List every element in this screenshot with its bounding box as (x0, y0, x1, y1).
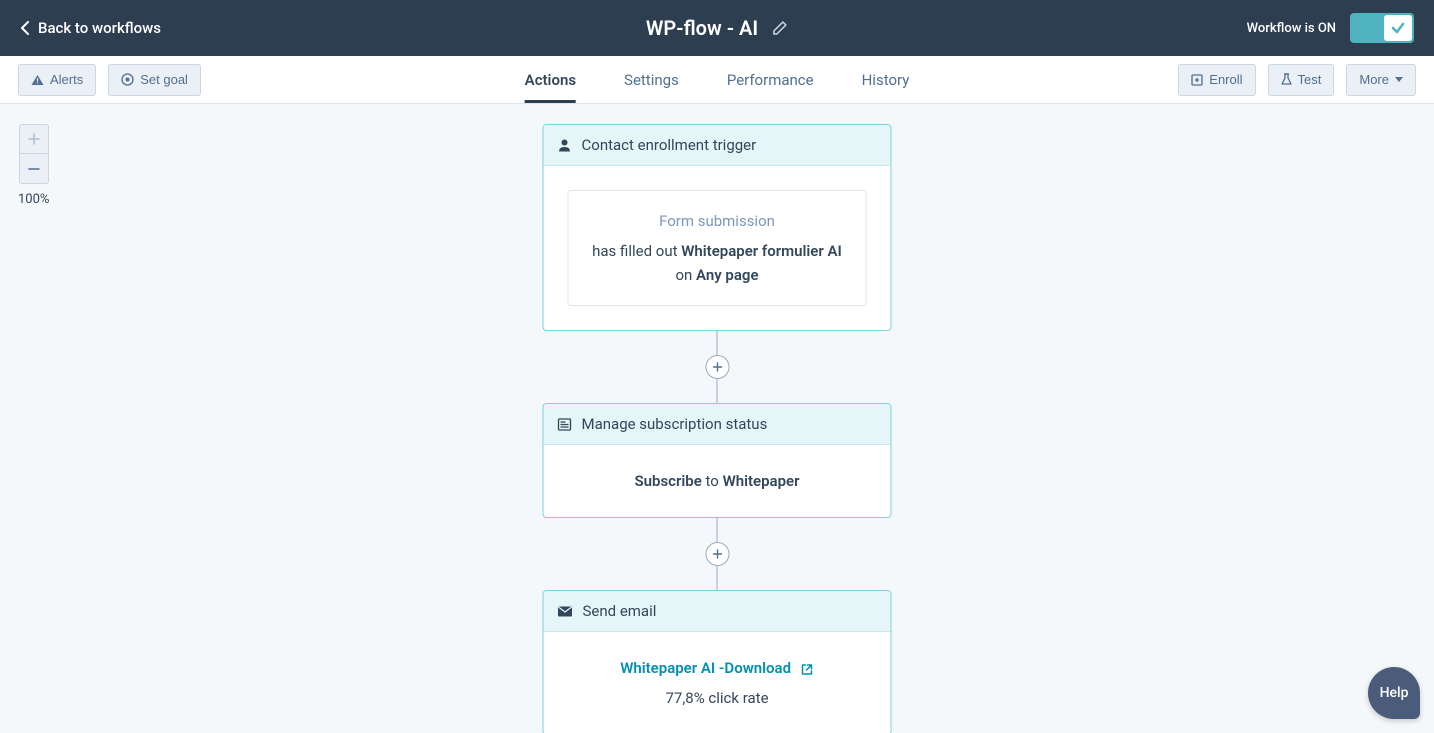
enroll-icon (1191, 74, 1203, 86)
node-title: Send email (583, 602, 657, 620)
zoom-level: 100% (18, 192, 49, 207)
plus-icon (28, 133, 40, 145)
node-body: Subscribe to Whitepaper (544, 445, 891, 517)
workflow-status-label: Workflow is ON (1247, 21, 1336, 36)
flask-icon (1281, 73, 1292, 86)
header-right: Workflow is ON (1247, 13, 1414, 43)
workflow-canvas[interactable]: 100% Contact enrollment trigger Form sub… (0, 104, 1434, 733)
add-action-button[interactable] (705, 355, 729, 379)
newspaper-icon (558, 418, 572, 431)
enroll-label: Enroll (1209, 72, 1242, 87)
test-label: Test (1298, 72, 1322, 87)
minus-icon (28, 163, 40, 175)
trigger-description: has filled out Whitepaper formulier AI o… (583, 239, 852, 287)
external-link-icon[interactable] (801, 663, 814, 676)
pencil-icon[interactable] (772, 20, 788, 36)
toggle-knob (1384, 15, 1412, 41)
contact-icon (558, 138, 572, 152)
alerts-button[interactable]: Alerts (18, 64, 96, 96)
app-header: Back to workflows WP-flow - AI Workflow … (0, 0, 1434, 56)
node-header: Contact enrollment trigger (544, 125, 891, 166)
enroll-button[interactable]: Enroll (1178, 64, 1255, 96)
node-body: Whitepaper AI -Download 77,8% click rate (544, 632, 891, 733)
back-label: Back to workflows (38, 19, 161, 37)
email-link-row: Whitepaper AI -Download (568, 656, 867, 680)
trigger-subtitle: Form submission (583, 209, 852, 233)
title-container: WP-flow - AI (646, 16, 788, 40)
check-icon (1391, 21, 1405, 35)
toolbar-left: Alerts Set goal (18, 64, 201, 96)
tab-settings[interactable]: Settings (624, 56, 679, 103)
manage-subscription-node[interactable]: Manage subscription status Subscribe to … (543, 403, 892, 518)
back-to-workflows-link[interactable]: Back to workflows (20, 19, 161, 37)
workflow-title: WP-flow - AI (646, 16, 758, 40)
enrollment-trigger-node[interactable]: Contact enrollment trigger Form submissi… (543, 124, 892, 331)
caret-down-icon (1395, 77, 1403, 82)
tabs: Actions Settings Performance History (525, 56, 910, 103)
email-name-link[interactable]: Whitepaper AI -Download (620, 659, 791, 677)
node-header: Send email (544, 591, 891, 632)
node-title: Contact enrollment trigger (582, 136, 757, 154)
workflow-toggle[interactable] (1350, 13, 1414, 43)
zoom-in-button[interactable] (19, 124, 49, 154)
node-title: Manage subscription status (582, 415, 768, 433)
add-action-button[interactable] (705, 542, 729, 566)
more-button[interactable]: More (1346, 64, 1416, 96)
envelope-icon (558, 606, 573, 617)
trigger-condition-card[interactable]: Form submission has filled out Whitepape… (568, 190, 867, 306)
node-header: Manage subscription status (544, 404, 891, 445)
tab-actions[interactable]: Actions (525, 56, 576, 103)
toolbar: Alerts Set goal Actions Settings Perform… (0, 56, 1434, 104)
toolbar-right: Enroll Test More (1178, 64, 1416, 96)
help-label: Help (1380, 685, 1409, 701)
target-icon (121, 73, 134, 86)
send-email-node[interactable]: Send email Whitepaper AI -Download 77,8%… (543, 590, 892, 733)
flow-column: Contact enrollment trigger Form submissi… (543, 124, 892, 733)
plus-icon (712, 549, 722, 559)
warning-icon (31, 74, 44, 86)
zoom-out-button[interactable] (19, 154, 49, 184)
more-label: More (1359, 72, 1389, 87)
node-body: Form submission has filled out Whitepape… (544, 166, 891, 330)
help-button[interactable]: Help (1368, 667, 1420, 719)
test-button[interactable]: Test (1268, 64, 1335, 96)
plus-icon (712, 362, 722, 372)
chevron-left-icon (20, 21, 30, 35)
alerts-label: Alerts (50, 72, 83, 87)
zoom-controls: 100% (18, 124, 49, 207)
tab-history[interactable]: History (862, 56, 910, 103)
tab-performance[interactable]: Performance (727, 56, 814, 103)
set-goal-label: Set goal (140, 72, 188, 87)
click-rate: 77,8% click rate (568, 686, 867, 710)
set-goal-button[interactable]: Set goal (108, 64, 201, 96)
